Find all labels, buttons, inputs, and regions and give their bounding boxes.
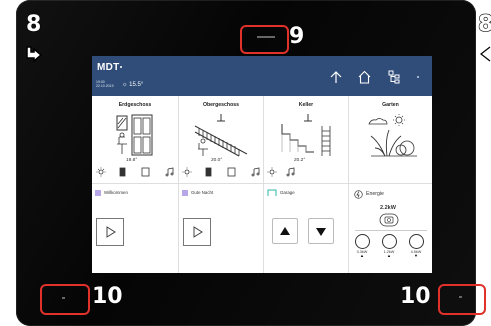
date-text: 22.10.2019 (96, 84, 114, 88)
room-temperature: 20.0° (211, 158, 223, 163)
display-screen: MDT 19:00 22.10.2019 ☼ 15.5° Erdgeschoss… (92, 56, 432, 273)
energy-meter-2: 1.2kW ▲ (380, 234, 398, 258)
garage-label: Garage (280, 190, 295, 195)
triangle-down-icon (316, 228, 326, 236)
garden-icon (368, 114, 417, 157)
meter-3-arrow-icon: ▼ (414, 253, 418, 258)
room-temperature: 19.8° (126, 158, 138, 163)
scene-play-button[interactable] (183, 218, 211, 246)
room-tile-erdgeschoss[interactable]: Erdgeschoss 19.8° (92, 96, 179, 184)
logo-dot (120, 66, 122, 68)
energy-meter-3: 4.5kW ▼ (407, 234, 425, 258)
energy-divider (355, 230, 427, 231)
room-controls-icons (267, 167, 295, 177)
room-tile-garten[interactable]: Garten (349, 96, 432, 184)
scene-color-marker (95, 190, 101, 196)
scene-color-marker (182, 190, 188, 196)
garage-down-button[interactable] (308, 218, 334, 244)
meter-3-circle-icon (408, 234, 424, 249)
sensor-highlight (240, 25, 289, 54)
scene-tile-gute-nacht[interactable]: Gute Nacht (179, 184, 264, 273)
basement-stairs-icon (281, 114, 331, 156)
up-arrow-icon[interactable] (330, 70, 342, 84)
brand-logo: MDT (97, 62, 120, 73)
room-controls-icons (96, 167, 174, 177)
energy-icon (354, 190, 363, 199)
garage-icon (267, 189, 277, 196)
room-temperature: 20.2° (294, 158, 306, 163)
callout-9: 9 (288, 24, 305, 49)
menu-dot[interactable] (417, 76, 419, 78)
staircase-icon (194, 114, 248, 157)
weather-readout: ☼ 15.5° (122, 82, 143, 88)
room-title: Garten (382, 102, 399, 108)
callout-8-right: 8 (477, 12, 491, 37)
room-title: Obergeschoss (202, 102, 240, 108)
meter-icon (379, 213, 399, 227)
energy-title: Energie (366, 191, 384, 197)
home-icon[interactable] (358, 70, 371, 84)
energy-tile[interactable]: Energie 2.2kW 3.3kW ▲ 1.2kW ▲ 4.5kW ▼ (349, 184, 432, 273)
triangle-up-icon (280, 227, 290, 235)
door-window-icon (116, 114, 153, 156)
garage-up-button[interactable] (272, 218, 298, 244)
play-icon (193, 226, 203, 238)
room-title: Erdgeschoss (118, 102, 152, 108)
right-led-highlight (438, 284, 486, 315)
meter-2-circle-icon (381, 234, 397, 249)
meter-2-arrow-icon: ▲ (387, 253, 391, 258)
room-tile-keller[interactable]: Keller 20.2° (264, 96, 349, 184)
energy-total: 2.2kW (380, 205, 396, 211)
room-title: Keller (298, 102, 314, 108)
meter-1-arrow-icon: ▲ (360, 253, 364, 258)
callout-10-right: 10 (399, 284, 431, 309)
scene-label: Gute Nacht (191, 190, 214, 195)
structure-icon[interactable] (387, 70, 401, 84)
play-icon (106, 226, 116, 238)
garage-tile: Garage (264, 184, 349, 273)
callout-10-left: 10 (91, 284, 123, 309)
energy-meter-1: 3.3kW ▲ (353, 234, 371, 258)
room-tile-obergeschoss[interactable]: Obergeschoss 20.0° (179, 96, 264, 184)
weather-temp: 15.5° (129, 82, 144, 88)
scene-play-button[interactable] (96, 218, 124, 246)
header-bar: MDT 19:00 22.10.2019 ☼ 15.5° (92, 56, 432, 96)
scene-tile-willkommen[interactable]: Willkommen (92, 184, 179, 273)
right-arrow-marker-icon (477, 45, 491, 63)
left-arrow-marker-icon (26, 46, 43, 63)
scene-label: Willkommen (104, 190, 128, 195)
device: 8 9 8 10 10 MDT 19:00 22.10.2019 ☼ 15.5° (0, 0, 491, 326)
weather-icon: ☼ (122, 82, 128, 88)
meter-1-circle-icon (354, 234, 370, 249)
left-led-highlight (40, 284, 90, 315)
room-controls-icons (182, 167, 260, 177)
callout-8-left: 8 (25, 12, 42, 37)
room-grid: Erdgeschoss 19.8° Obergeschoss 20.0° Kel… (92, 96, 432, 273)
clock: 19:00 22.10.2019 (96, 80, 114, 88)
